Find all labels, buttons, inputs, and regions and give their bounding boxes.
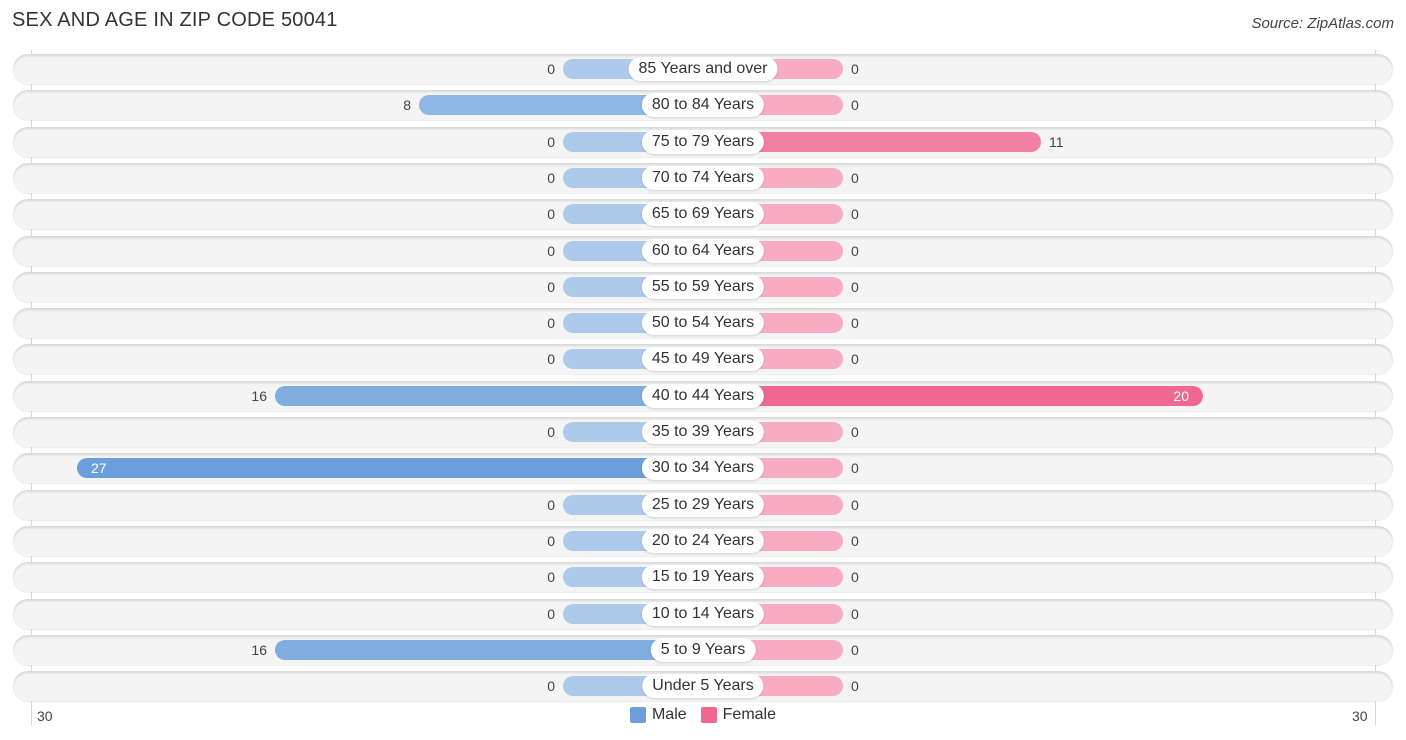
- value-label-male: 0: [547, 678, 555, 695]
- value-label-male: 27: [91, 460, 107, 477]
- value-label-male: 0: [547, 242, 555, 259]
- chart-container: SEX AND AGE IN ZIP CODE 50041 Source: Zi…: [0, 0, 1406, 740]
- category-label: 45 to 49 Years: [641, 347, 765, 372]
- category-label: 60 to 64 Years: [641, 238, 765, 263]
- bar-male: [275, 385, 703, 406]
- value-label-male: 16: [251, 387, 267, 404]
- value-label-female: 20: [1173, 387, 1189, 404]
- value-label-male: 0: [547, 569, 555, 586]
- value-label-female: 0: [851, 424, 859, 440]
- category-label: 15 to 19 Years: [641, 565, 765, 590]
- value-label-female: 0: [851, 97, 859, 114]
- legend: Male Female: [0, 706, 1406, 724]
- category-label: 80 to 84 Years: [641, 93, 765, 118]
- chart-title: SEX AND AGE IN ZIP CODE 50041: [12, 9, 338, 31]
- category-label: 5 to 9 Years: [650, 637, 756, 662]
- value-label-female: 0: [851, 351, 859, 368]
- category-label: 55 to 59 Years: [641, 274, 765, 299]
- legend-swatch-female: [700, 707, 717, 723]
- legend-label-male: Male: [651, 706, 687, 723]
- value-label-female: 0: [851, 641, 859, 658]
- legend-label-female: Female: [722, 706, 777, 723]
- value-label-male: 0: [547, 278, 555, 295]
- value-label-female: 11: [1049, 133, 1064, 150]
- value-label-male: 0: [547, 315, 555, 332]
- category-label: 35 to 39 Years: [641, 420, 765, 444]
- value-label-female: 0: [851, 206, 859, 223]
- value-label-male: 0: [547, 532, 555, 549]
- value-label-male: 0: [547, 133, 555, 150]
- legend-item-male: Male: [629, 706, 687, 724]
- value-label-female: 0: [851, 169, 859, 186]
- category-label: 40 to 44 Years: [641, 383, 765, 408]
- bar-female: [703, 385, 1203, 406]
- value-label-female: 0: [851, 532, 859, 549]
- category-label: 20 to 24 Years: [641, 528, 765, 553]
- value-label-male: 0: [547, 206, 555, 223]
- category-label: 75 to 79 Years: [641, 129, 765, 154]
- value-label-female: 0: [851, 460, 859, 477]
- value-label-female: 0: [851, 678, 859, 695]
- category-label: 85 Years and over: [628, 57, 778, 81]
- value-label-female: 0: [851, 61, 859, 77]
- bar-male: [275, 639, 703, 660]
- value-label-female: 0: [851, 496, 859, 513]
- category-label: 10 to 14 Years: [641, 601, 765, 626]
- value-label-male: 0: [547, 169, 555, 186]
- bar-male: [77, 458, 703, 479]
- category-label: 65 to 69 Years: [641, 202, 765, 227]
- value-label-male: 0: [547, 61, 555, 77]
- category-label: 50 to 54 Years: [641, 311, 765, 336]
- value-label-female: 0: [851, 242, 859, 259]
- legend-item-female: Female: [700, 706, 777, 724]
- value-label-male: 0: [547, 605, 555, 622]
- value-label-male: 0: [547, 496, 555, 513]
- category-label: 25 to 29 Years: [641, 492, 765, 517]
- category-label: Under 5 Years: [642, 674, 764, 699]
- value-label-female: 0: [851, 315, 859, 332]
- value-label-male: 8: [403, 97, 411, 114]
- value-label-female: 0: [851, 278, 859, 295]
- value-label-male: 0: [547, 424, 555, 440]
- value-label-male: 0: [547, 351, 555, 368]
- value-label-male: 16: [251, 641, 267, 658]
- category-label: 70 to 74 Years: [641, 165, 765, 190]
- category-label: 30 to 34 Years: [641, 456, 765, 481]
- legend-swatch-male: [629, 707, 646, 723]
- value-label-female: 0: [851, 569, 859, 586]
- source-label: Source: ZipAtlas.com: [1251, 15, 1394, 32]
- value-label-female: 0: [851, 605, 859, 622]
